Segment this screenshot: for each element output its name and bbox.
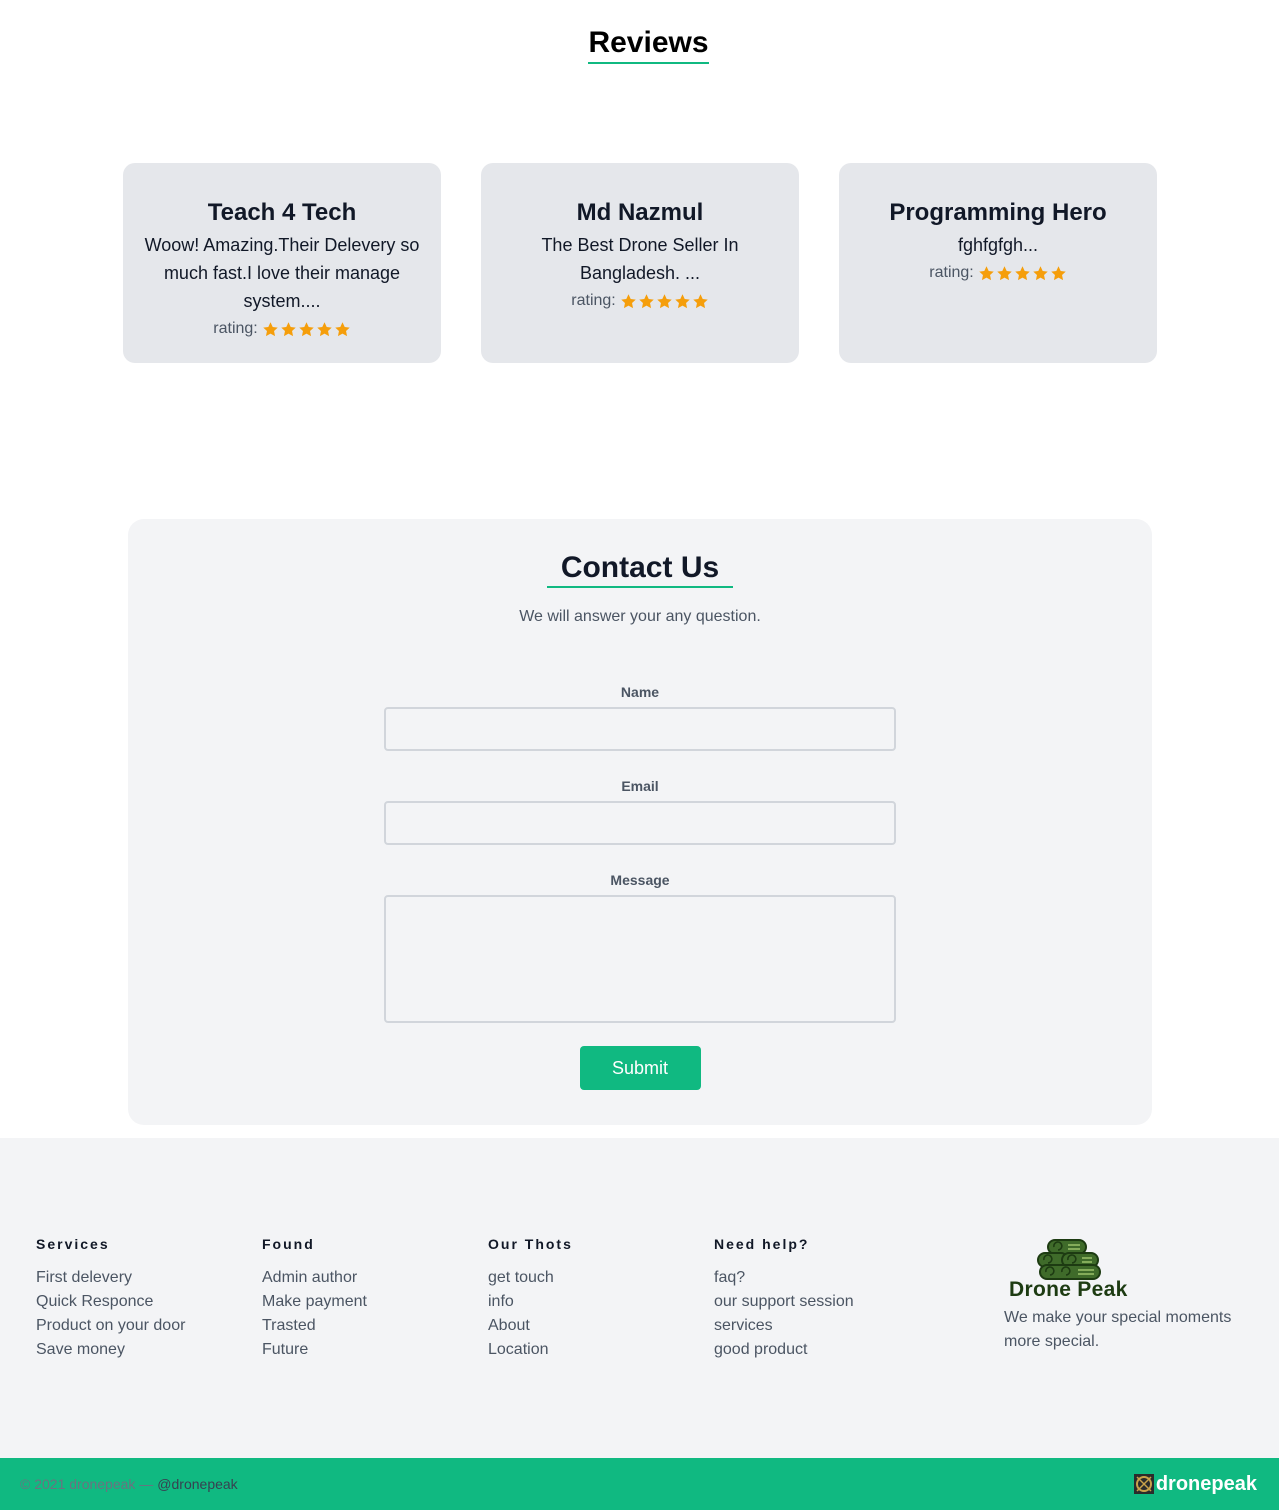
footer-link[interactable]: Product on your door (36, 1317, 185, 1334)
star-rating (978, 265, 1067, 282)
email-input[interactable] (384, 801, 896, 845)
rating-label: rating: (571, 292, 616, 309)
star-rating (620, 293, 709, 310)
footer-link[interactable]: Save money (36, 1341, 125, 1358)
message-label: Message (610, 872, 670, 888)
review-rating: rating: (499, 287, 781, 315)
footer-link[interactable]: Quick Responce (36, 1293, 153, 1310)
review-rating: rating: (857, 259, 1139, 287)
footer-link[interactable]: Future (262, 1341, 308, 1358)
bottom-brand[interactable]: dronepeak (1133, 1472, 1257, 1496)
star-icon (280, 321, 297, 338)
star-icon (262, 321, 279, 338)
footer-link[interactable]: faq? (714, 1269, 745, 1286)
footer-link[interactable]: our support session (714, 1293, 854, 1310)
star-icon (674, 293, 691, 310)
footer-link[interactable]: First delevery (36, 1269, 132, 1286)
star-icon (1032, 265, 1049, 282)
drone-peak-logo-icon (1037, 1239, 1101, 1280)
contact-title: Contact Us (546, 550, 734, 588)
contact-form: Name Email Message Submit (384, 683, 896, 1090)
email-label: Email (621, 778, 659, 794)
review-card: Teach 4 Tech Woow! Amazing.Their Delever… (123, 163, 441, 363)
star-icon (1014, 265, 1031, 282)
review-text: Woow! Amazing.Their Delevery so much fas… (144, 235, 420, 311)
star-rating (262, 321, 351, 338)
bottom-brand-name: dronepeak (1155, 1473, 1257, 1495)
footer-link[interactable]: About (488, 1317, 530, 1334)
review-author: Md Nazmul (576, 199, 704, 226)
footer-column-found: Found Admin author Make payment Trasted … (262, 1235, 367, 1362)
footer-link[interactable]: Make payment (262, 1293, 367, 1310)
star-icon (638, 293, 655, 310)
footer-column-our-thots: Our Thots get touch info About Location (488, 1235, 573, 1362)
footer-link[interactable]: Location (488, 1341, 549, 1358)
star-icon (316, 321, 333, 338)
footer-link[interactable]: Admin author (262, 1269, 357, 1286)
footer-link[interactable]: services (714, 1317, 773, 1334)
footer-column-services: Services First delevery Quick Responce P… (36, 1235, 185, 1362)
footer-link[interactable]: good product (714, 1341, 807, 1358)
contact-subtitle: We will answer your any question. (519, 608, 761, 625)
review-card: Md Nazmul The Best Drone Seller In Bangl… (481, 163, 799, 363)
star-icon (298, 321, 315, 338)
footer: Services First delevery Quick Responce P… (0, 1138, 1279, 1458)
footer-heading: Our Thots (488, 1236, 573, 1252)
star-icon (656, 293, 673, 310)
rating-label: rating: (213, 320, 258, 337)
footer-link[interactable]: get touch (488, 1269, 554, 1286)
review-author: Programming Hero (889, 199, 1107, 226)
brand-description: We make your special moments more specia… (1004, 1309, 1232, 1350)
reviews-title: Reviews (588, 26, 709, 64)
star-icon (692, 293, 709, 310)
bottom-bar: © 2021 dronepeak — @dronepeak dronepeak (0, 1458, 1279, 1510)
star-icon (978, 265, 995, 282)
message-textarea[interactable] (384, 895, 896, 1023)
star-icon (1050, 265, 1067, 282)
social-handle-link[interactable]: @dronepeak (157, 1476, 237, 1492)
review-card: Programming Hero fghfgfgh... rating: (839, 163, 1157, 363)
contact-section: Contact Us We will answer your any quest… (128, 519, 1152, 1125)
footer-link[interactable]: info (488, 1293, 514, 1310)
review-author: Teach 4 Tech (207, 199, 357, 226)
reviews-section-header: Reviews (0, 26, 1279, 64)
footer-heading: Services (36, 1236, 110, 1252)
review-rating: rating: (141, 315, 423, 343)
copyright: © 2021 dronepeak — @dronepeak (20, 1475, 238, 1493)
footer-brand: Drone Peak We make your special moments … (1004, 1238, 1244, 1354)
star-icon (996, 265, 1013, 282)
brand-name: Drone Peak (1009, 1278, 1128, 1301)
name-label: Name (620, 684, 660, 700)
footer-column-need-help: Need help? faq? our support session serv… (714, 1235, 854, 1362)
star-icon (620, 293, 637, 310)
footer-heading: Need help? (714, 1236, 810, 1252)
name-input[interactable] (384, 707, 896, 751)
name-field-group: Name (384, 683, 896, 751)
rating-label: rating: (929, 264, 974, 281)
dronepeak-small-logo-icon (1133, 1474, 1154, 1494)
message-field-group: Message (384, 871, 896, 1023)
review-text: The Best Drone Seller In Bangladesh. ... (541, 235, 739, 283)
footer-link[interactable]: Trasted (262, 1317, 316, 1334)
email-field-group: Email (384, 777, 896, 845)
star-icon (334, 321, 351, 338)
review-text: fghfgfgh... (957, 235, 1039, 255)
footer-heading: Found (262, 1236, 315, 1252)
submit-button[interactable]: Submit (579, 1046, 701, 1090)
copyright-text: © 2021 dronepeak — (20, 1476, 154, 1492)
